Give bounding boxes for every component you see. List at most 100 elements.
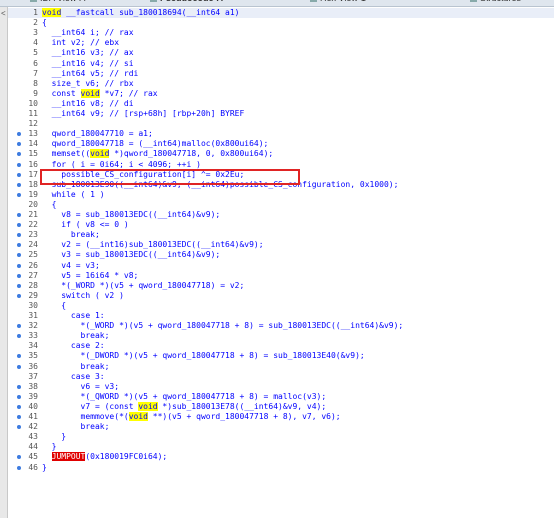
code-line[interactable]: 5 __int16 v3; // ax [8, 48, 554, 58]
line-number: 39 [28, 391, 38, 401]
code-token: void [42, 8, 62, 17]
code-text: switch ( v2 ) [42, 291, 124, 301]
code-text: v5 = 16i64 * v8; [42, 271, 138, 281]
code-line[interactable]: 41 memmove(*(void **)(v5 + qword_1800477… [8, 412, 554, 422]
code-line[interactable]: 12 [8, 119, 554, 129]
code-line[interactable]: 42 break; [8, 422, 554, 432]
code-line[interactable]: 36 break; [8, 362, 554, 372]
code-line[interactable]: 3 __int64 i; // rax [8, 28, 554, 38]
code-text: } [42, 432, 66, 442]
code-text: { [42, 301, 66, 311]
code-line[interactable]: 25 v3 = sub_180013EDC((__int64)&v9); [8, 250, 554, 260]
code-text: if ( v8 <= 0 ) [42, 220, 129, 230]
code-token: __int16 v3; // ax [42, 48, 134, 58]
line-number: 35 [28, 351, 38, 361]
code-text: size_t v6; // rbx [42, 79, 134, 89]
code-line[interactable]: 28 *(_WORD *)(v5 + qword_180047718) = v2… [8, 281, 554, 291]
line-number: 15 [28, 149, 38, 159]
code-token: } [42, 442, 57, 452]
code-line[interactable]: 35 *(_DWORD *)(v5 + qword_180047718 + 8)… [8, 351, 554, 361]
tab-label: IDA View-A [40, 0, 85, 3]
code-token: if ( v8 <= 0 ) [42, 220, 129, 230]
code-line[interactable]: 34 case 2: [8, 341, 554, 351]
code-line[interactable]: 8 size_t v6; // rbx [8, 79, 554, 89]
code-token: *)qword_180047718, 0, 0x800ui64); [109, 149, 274, 159]
code-line[interactable]: 46} [8, 463, 554, 473]
code-text: v4 = v3; [42, 261, 100, 271]
code-token: *(_WORD *)(v5 + qword_180047718) = v2; [42, 280, 245, 290]
code-token: void [138, 401, 158, 411]
code-text: v6 = v3; [42, 382, 120, 392]
code-line[interactable]: 44 } [8, 442, 554, 452]
code-line[interactable]: 45 JUMPOUT(0x180019FC0i64); [8, 452, 554, 462]
code-line[interactable]: 7 __int64 v5; // rdi [8, 69, 554, 79]
code-token: { [42, 199, 57, 209]
code-line[interactable]: 43 } [8, 432, 554, 442]
tab-2[interactable]: Hex View-1 [310, 0, 366, 5]
line-number: 13 [28, 129, 38, 139]
line-number: 3 [33, 28, 38, 38]
code-line[interactable]: 38 v6 = v3; [8, 382, 554, 392]
code-line[interactable]: 1 void __fastcall sub_180018694(__int64 a… [8, 8, 554, 19]
code-text: const void *v7; // rax [42, 88, 158, 99]
code-line[interactable]: 20 { [8, 200, 554, 210]
tab-label: Hex View-1 [320, 0, 366, 3]
tab-3[interactable]: Structures [470, 0, 521, 5]
highlight-box [40, 169, 300, 185]
code-token: qword_180047710 = a1; [42, 129, 153, 139]
code-token: break; [42, 331, 110, 341]
code-token: } [42, 462, 47, 472]
code-line[interactable]: 4 int v2; // ebx [8, 38, 554, 48]
code-token: int v2; // ebx [42, 38, 120, 48]
code-line[interactable]: 22 if ( v8 <= 0 ) [8, 220, 554, 230]
code-line[interactable]: 26 v4 = v3; [8, 261, 554, 271]
line-number: 43 [28, 432, 38, 442]
line-number: 4 [33, 38, 38, 48]
code-line[interactable]: 19 while ( 1 ) [8, 190, 554, 200]
line-number: 30 [28, 300, 38, 310]
code-token: qword_180047718 = (__int64)malloc(0x800u… [42, 139, 269, 149]
code-line[interactable]: 2{ [8, 18, 554, 28]
collapse-icon[interactable]: < [1, 9, 6, 18]
code-text: *(_WORD *)(v5 + qword_180047718 + 8) = s… [42, 321, 404, 331]
tab-icon [310, 0, 317, 3]
code-line[interactable]: 27 v5 = 16i64 * v8; [8, 271, 554, 281]
code-line[interactable]: 15 memset((void *)qword_180047718, 0, 0x… [8, 149, 554, 159]
code-line[interactable]: 29 switch ( v2 ) [8, 291, 554, 301]
line-number: 21 [28, 210, 38, 219]
code-text: __int16 v3; // ax [42, 48, 134, 58]
code-line[interactable]: 11 __int64 v9; // [rsp+68h] [rbp+20h] BY… [8, 109, 554, 119]
code-line[interactable]: 39 *(_QWORD *)(v5 + qword_180047718 + 8)… [8, 392, 554, 402]
line-number: 41 [28, 412, 38, 421]
line-number: 20 [28, 199, 38, 209]
code-text: break; [42, 422, 110, 432]
code-line[interactable]: 23 break; [8, 230, 554, 240]
code-line[interactable]: 9 const void *v7; // rax [8, 88, 554, 99]
code-text: case 3: [42, 372, 105, 382]
code-line[interactable]: 10 __int16 v8; // di [8, 99, 554, 109]
line-number: 34 [28, 341, 38, 351]
tab-1[interactable]: Pseudocode-A [150, 0, 223, 5]
code-line[interactable]: 37 case 3: [8, 372, 554, 382]
code-text: break; [42, 331, 110, 341]
code-token: break; [42, 361, 110, 371]
code-line[interactable]: 32 *(_WORD *)(v5 + qword_180047718 + 8) … [8, 321, 554, 331]
code-text: } [42, 442, 57, 452]
code-line[interactable]: 31 case 1: [8, 311, 554, 321]
code-line[interactable]: 6 __int16 v4; // si [8, 59, 554, 69]
code-line[interactable]: 33 break; [8, 331, 554, 341]
code-line[interactable]: 13 qword_180047710 = a1; [8, 129, 554, 139]
code-line[interactable]: 40 v7 = (const void *)sub_180013E78((__i… [8, 401, 554, 412]
code-line[interactable]: 14 qword_180047718 = (__int64)malloc(0x8… [8, 139, 554, 149]
code-line[interactable]: 24 v2 = (__int16)sub_180013EDC((__int64)… [8, 240, 554, 250]
code-text: v2 = (__int16)sub_180013EDC((__int64)&v9… [42, 240, 263, 250]
code-line[interactable]: 21 v8 = sub_180013EDC((__int64)&v9); [8, 210, 554, 220]
line-number: 31 [28, 311, 38, 320]
tab-0[interactable]: IDA View-A [30, 0, 85, 5]
code-line[interactable]: 30 { [8, 301, 554, 311]
code-text: v3 = sub_180013EDC((__int64)&v9); [42, 250, 220, 260]
line-number: 28 [28, 280, 38, 290]
line-number: 33 [28, 331, 38, 341]
line-number: 10 [28, 98, 38, 108]
code-text: int v2; // ebx [42, 38, 119, 48]
